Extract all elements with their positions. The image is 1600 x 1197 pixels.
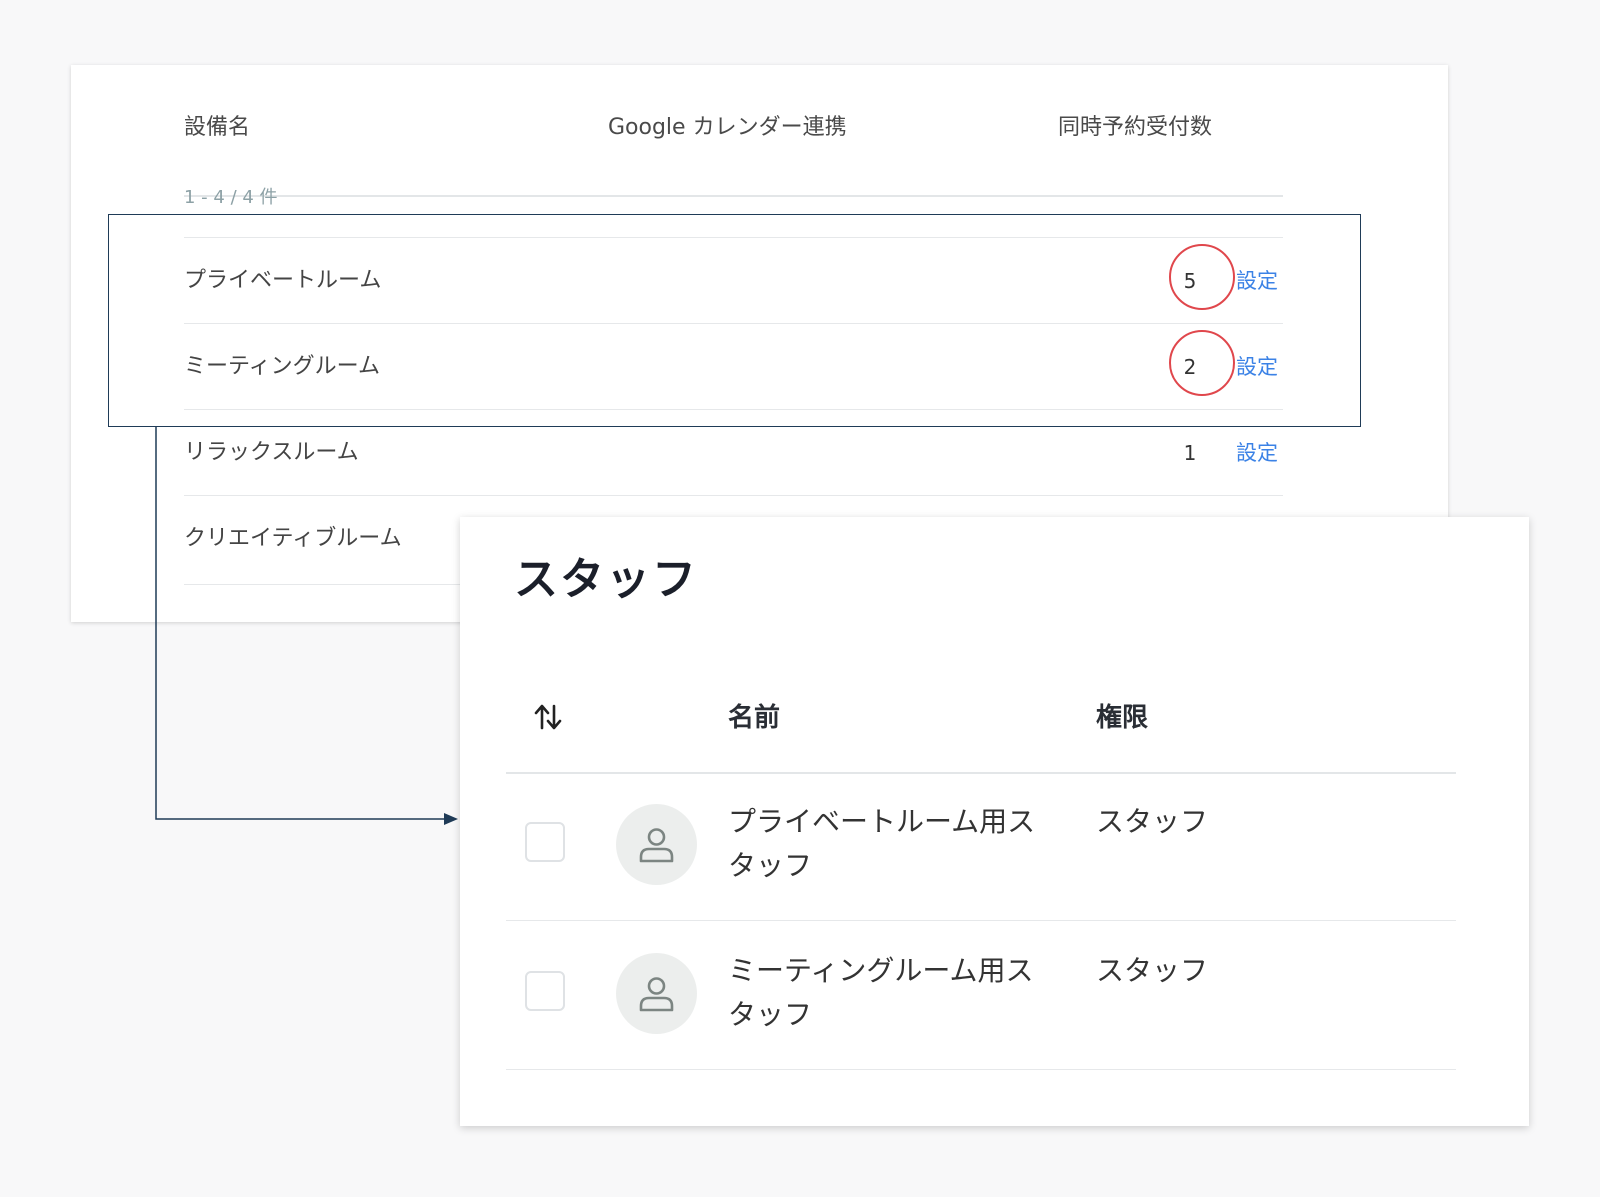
staff-name: ミーティングルーム用スタッフ xyxy=(728,954,1034,1031)
header-name: 名前 xyxy=(728,703,781,733)
staff-title: スタッフ xyxy=(514,554,698,605)
user-icon xyxy=(639,828,674,863)
facility-name: クリエイティブルーム xyxy=(184,526,402,551)
highlight-box xyxy=(108,214,1361,427)
row-checkbox[interactable] xyxy=(525,822,565,862)
staff-name: プライベートルーム用スタッフ xyxy=(728,805,1036,882)
avatar xyxy=(616,804,697,885)
staff-role: スタッフ xyxy=(1096,805,1209,838)
staff-card: スタッフ 名前 権限 プライベートルーム用スタッフ スタッフ ミーティングルーム… xyxy=(460,517,1529,1126)
user-icon xyxy=(639,977,674,1012)
avatar xyxy=(616,953,697,1034)
staff-row[interactable]: ミーティングルーム用スタッフ スタッフ xyxy=(506,921,1456,1070)
facility-table-header: 設備名 Google カレンダー連携 同時予約受付数 xyxy=(184,97,1283,197)
result-count: 1 - 4 / 4 件 xyxy=(184,187,278,208)
highlight-circle xyxy=(1169,330,1235,396)
header-facility-name: 設備名 xyxy=(184,115,251,140)
row-checkbox[interactable] xyxy=(525,971,565,1011)
header-role: 権限 xyxy=(1096,703,1149,733)
staff-role: スタッフ xyxy=(1096,954,1209,987)
sort-arrows-icon[interactable] xyxy=(532,701,564,733)
header-concurrent-reservations: 同時予約受付数 xyxy=(1058,115,1213,140)
staff-row[interactable]: プライベートルーム用スタッフ スタッフ xyxy=(506,772,1456,921)
staff-table-header: 名前 権限 xyxy=(506,667,1456,774)
highlight-circle xyxy=(1169,244,1235,310)
header-google-calendar: Google カレンダー連携 xyxy=(608,115,847,140)
